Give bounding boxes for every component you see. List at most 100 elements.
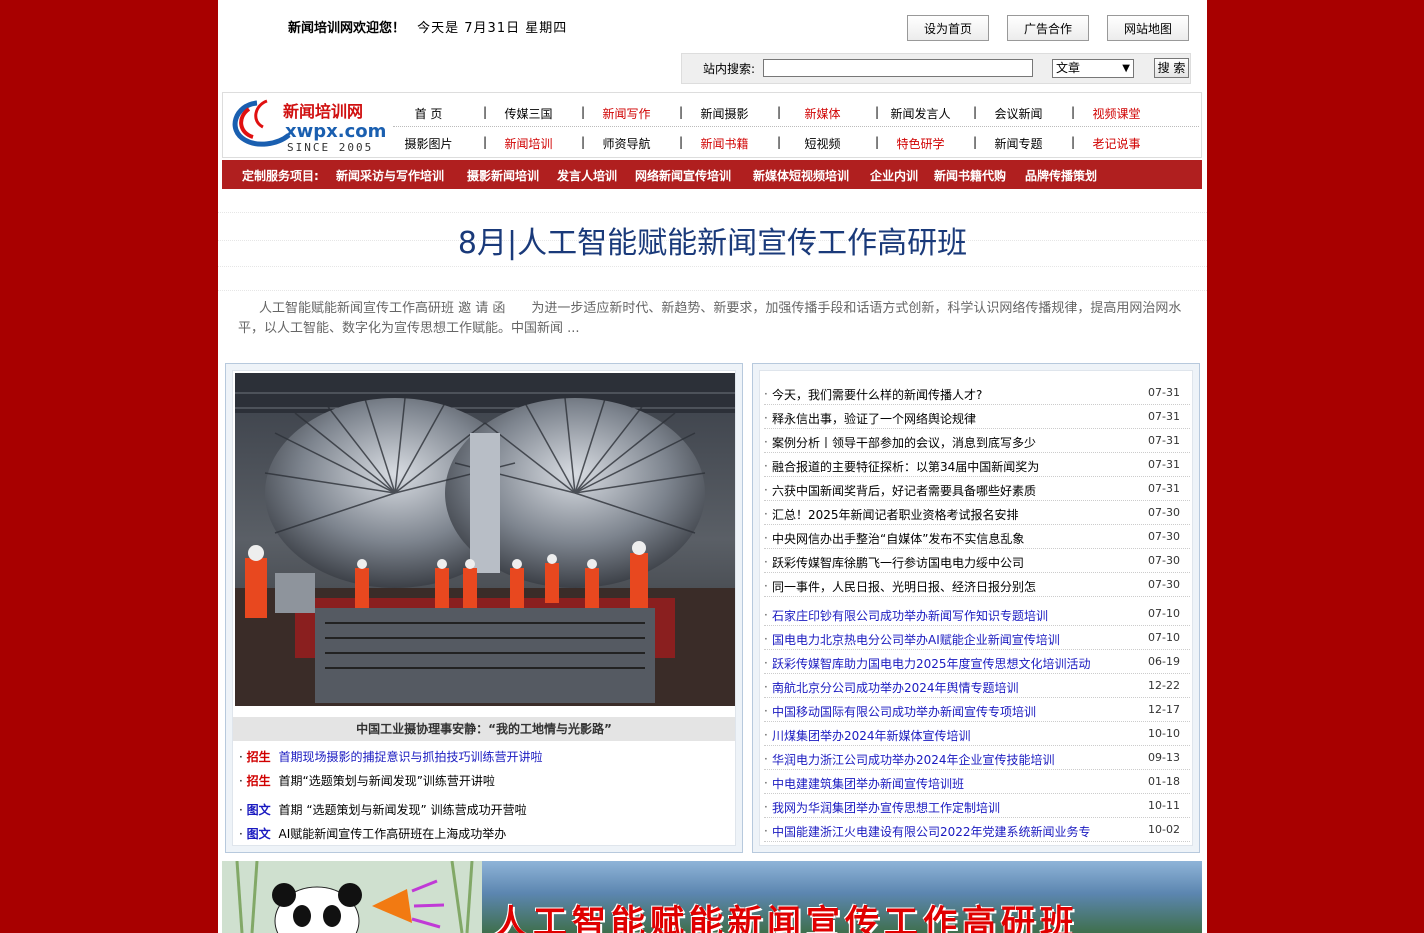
- site-logo[interactable]: 新闻培训网 xwpx.com SINCE 2005: [227, 95, 387, 155]
- nav-item-short-video[interactable]: 短视频: [785, 135, 860, 152]
- news-title[interactable]: 案例分析丨领导干部参加的会议，消息到底写多少: [772, 434, 1036, 451]
- photo-caption[interactable]: 中国工业摄协理事安静：“我的工地情与光影路”: [233, 717, 735, 741]
- feature-photo[interactable]: [235, 373, 735, 706]
- nav-item-news-books[interactable]: 新闻书籍: [687, 135, 762, 152]
- news-title[interactable]: 释永信出事，验证了一个网络舆论规律: [772, 410, 976, 427]
- banner-title[interactable]: 人工智能赋能新闻宣传工作高研班: [494, 895, 1079, 933]
- news-title[interactable]: 南航北京分公司成功举办2024年舆情专题培训: [772, 679, 1019, 696]
- feature-list-item[interactable]: · 图文 AI赋能新闻宣传工作高研班在上海成功举办: [239, 825, 506, 842]
- search-button[interactable]: 搜 索: [1154, 58, 1189, 78]
- service-item[interactable]: 新闻采访与写作培训: [336, 167, 444, 184]
- news-title[interactable]: 汇总！2025年新闻记者职业资格考试报名安排: [772, 506, 1019, 523]
- set-homepage-button[interactable]: 设为首页: [907, 15, 989, 41]
- news-title[interactable]: 国电电力北京热电分公司举办AI赋能企业新闻宣传培训: [772, 631, 1060, 648]
- headline-title[interactable]: 8月|人工智能赋能新闻宣传工作高研班: [218, 218, 1207, 262]
- news-row[interactable]: · 跃彩传媒智库助力国电电力2025年度宣传思想文化培训活动 06-19: [764, 650, 1190, 674]
- welcome-bar: 新闻培训网欢迎您！ 今天是 7月31日 星期四: [288, 17, 567, 36]
- nav-item-video-class[interactable]: 视频课堂: [1079, 105, 1154, 122]
- news-title[interactable]: 我网为华润集团举办宣传思想工作定制培训: [772, 799, 1000, 816]
- nav-divider: |: [1071, 105, 1076, 119]
- nav-item-veteran-stories[interactable]: 老记说事: [1079, 135, 1154, 152]
- logo-graphic: 新闻培训网 xwpx.com SINCE 2005: [232, 99, 386, 154]
- feature-list-item[interactable]: · 招生 首期现场摄影的捕捉意识与抓拍技巧训练营开讲啦: [239, 748, 543, 765]
- news-date: 07-31: [1148, 434, 1180, 447]
- search-bar: 站内搜索: 文章 ▼ 搜 索: [681, 53, 1191, 84]
- news-row[interactable]: · 川煤集团举办2024年新媒体宣传培训 10-10: [764, 722, 1190, 746]
- nav-item-news-photography[interactable]: 新闻摄影: [687, 105, 762, 122]
- news-row[interactable]: · 中国能建浙江火电建设有限公司2022年党建系统新闻业务专 10-02: [764, 818, 1190, 842]
- news-date: 07-30: [1148, 554, 1180, 567]
- nav-item-teacher-guide[interactable]: 师资导航: [589, 135, 664, 152]
- feature-list-item[interactable]: · 图文 首期 “选题策划与新闻发现” 训练营成功开营啦: [239, 801, 527, 818]
- service-item[interactable]: 摄影新闻培训: [467, 167, 539, 184]
- sitemap-button[interactable]: 网站地图: [1107, 15, 1189, 41]
- bullet: ·: [239, 827, 243, 841]
- news-row[interactable]: · 南航北京分公司成功举办2024年舆情专题培训 12-22: [764, 674, 1190, 698]
- nav-item-media-three-kingdoms[interactable]: 传媒三国: [491, 105, 566, 122]
- nav-item-home[interactable]: 首 页: [391, 105, 466, 122]
- nav-item-news-training[interactable]: 新闻培训: [491, 135, 566, 152]
- service-item[interactable]: 发言人培训: [557, 167, 617, 184]
- news-row[interactable]: · 同一事件，人民日报、光明日报、经济日报分别怎 07-30: [764, 573, 1190, 597]
- news-row[interactable]: · 跃彩传媒智库徐鹏飞一行参访国电电力绥中公司 07-30: [764, 549, 1190, 573]
- news-row[interactable]: · 中国移动国际有限公司成功举办新闻宣传专项培训 12-17: [764, 698, 1190, 722]
- nav-item-conference-news[interactable]: 会议新闻: [981, 105, 1056, 122]
- service-item[interactable]: 品牌传播策划: [1025, 167, 1097, 184]
- news-title[interactable]: 跃彩传媒智库徐鹏飞一行参访国电电力绥中公司: [772, 554, 1024, 571]
- news-title[interactable]: 中电建建筑集团举办新闻宣传培训班: [772, 775, 964, 792]
- news-date: 07-30: [1148, 578, 1180, 591]
- news-title[interactable]: 华润电力浙江公司成功举办2024年企业宣传技能培训: [772, 751, 1055, 768]
- service-item[interactable]: 企业内训: [870, 167, 918, 184]
- news-row[interactable]: · 融合报道的主要特征探析：以第34届中国新闻奖为 07-31: [764, 453, 1190, 477]
- service-item[interactable]: 新闻书籍代购: [934, 167, 1006, 184]
- nav-divider: |: [679, 135, 684, 149]
- promo-banner[interactable]: 人工智能赋能新闻宣传工作高研班: [222, 861, 1202, 933]
- news-title[interactable]: 川煤集团举办2024年新媒体宣传培训: [772, 727, 971, 744]
- news-row[interactable]: · 释永信出事，验证了一个网络舆论规律 07-31: [764, 405, 1190, 429]
- news-title[interactable]: 今天，我们需要什么样的新闻传播人才?: [772, 386, 982, 403]
- news-row[interactable]: · 华润电力浙江公司成功举办2024年企业宣传技能培训 09-13: [764, 746, 1190, 770]
- search-type-select[interactable]: 文章 ▼: [1052, 59, 1134, 78]
- bullet: ·: [764, 656, 768, 670]
- news-row[interactable]: · 汇总！2025年新闻记者职业资格考试报名安排 07-30: [764, 501, 1190, 525]
- item-text[interactable]: 首期“选题策划与新闻发现”训练营开讲啦: [279, 774, 495, 788]
- news-row[interactable]: · 今天，我们需要什么样的新闻传播人才? 07-31: [764, 381, 1190, 405]
- nav-item-news-writing[interactable]: 新闻写作: [589, 105, 664, 122]
- news-title[interactable]: 中央网信办出手整治“自媒体”发布不实信息乱象: [772, 530, 1024, 547]
- news-row[interactable]: · 中电建建筑集团举办新闻宣传培训班 01-18: [764, 770, 1190, 794]
- news-row[interactable]: · 案例分析丨领导干部参加的会议，消息到底写多少 07-31: [764, 429, 1190, 453]
- news-row[interactable]: · 中央网信办出手整治“自媒体”发布不实信息乱象 07-30: [764, 525, 1190, 549]
- item-text[interactable]: 首期 “选题策划与新闻发现” 训练营成功开营啦: [279, 803, 527, 817]
- item-text[interactable]: AI赋能新闻宣传工作高研班在上海成功举办: [279, 827, 507, 841]
- ad-cooperation-button[interactable]: 广告合作: [1007, 15, 1089, 41]
- chevron-down-icon: ▼: [1122, 63, 1130, 74]
- nav-separator: [393, 126, 1199, 127]
- nav-item-study-tours[interactable]: 特色研学: [883, 135, 958, 152]
- nav-item-new-media[interactable]: 新媒体: [785, 105, 860, 122]
- news-title[interactable]: 中国移动国际有限公司成功举办新闻宣传专项培训: [772, 703, 1036, 720]
- logo-since: SINCE 2005: [287, 141, 373, 154]
- item-tag: 图文: [246, 803, 271, 817]
- news-row[interactable]: · 六获中国新闻奖背后，好记者需要具备哪些好素质 07-31: [764, 477, 1190, 501]
- item-tag: 图文: [246, 827, 271, 841]
- feature-list-item[interactable]: · 招生 首期“选题策划与新闻发现”训练营开讲啦: [239, 772, 495, 789]
- nav-item-photo-gallery[interactable]: 摄影图片: [391, 135, 466, 152]
- news-title[interactable]: 跃彩传媒智库助力国电电力2025年度宣传思想文化培训活动: [772, 655, 1091, 672]
- bullet: ·: [764, 680, 768, 694]
- service-item[interactable]: 网络新闻宣传培训: [635, 167, 731, 184]
- nav-item-spokesperson[interactable]: 新闻发言人: [883, 105, 958, 122]
- service-item[interactable]: 新媒体短视频培训: [753, 167, 849, 184]
- nav-divider: |: [875, 135, 880, 149]
- bullet: ·: [764, 728, 768, 742]
- news-title[interactable]: 同一事件，人民日报、光明日报、经济日报分别怎: [772, 578, 1036, 595]
- news-row[interactable]: · 国电电力北京热电分公司举办AI赋能企业新闻宣传培训 07-10: [764, 626, 1190, 650]
- news-title[interactable]: 石家庄印钞有限公司成功举办新闻写作知识专题培训: [772, 607, 1048, 624]
- news-row[interactable]: · 石家庄印钞有限公司成功举办新闻写作知识专题培训 07-10: [764, 602, 1190, 626]
- search-input[interactable]: [763, 59, 1033, 77]
- item-text[interactable]: 首期现场摄影的捕捉意识与抓拍技巧训练营开讲啦: [279, 750, 543, 764]
- news-row[interactable]: · 我网为华润集团举办宣传思想工作定制培训 10-11: [764, 794, 1190, 818]
- news-title[interactable]: 中国能建浙江火电建设有限公司2022年党建系统新闻业务专: [772, 823, 1091, 840]
- news-title[interactable]: 六获中国新闻奖背后，好记者需要具备哪些好素质: [772, 482, 1036, 499]
- nav-item-news-topics[interactable]: 新闻专题: [981, 135, 1056, 152]
- news-title[interactable]: 融合报道的主要特征探析：以第34届中国新闻奖为: [772, 458, 1039, 475]
